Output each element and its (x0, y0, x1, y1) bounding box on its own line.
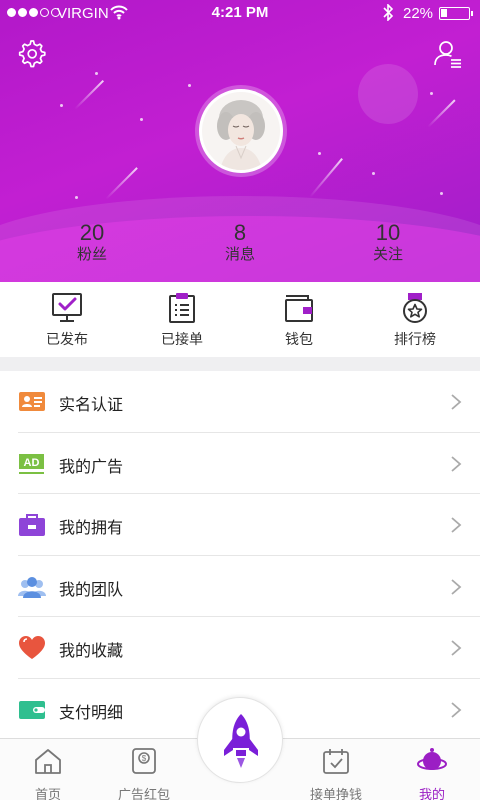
tab-ad-red-envelope[interactable]: $ 广告红包 (96, 747, 192, 800)
fans-count: 20 (79, 220, 105, 245)
moon-decoration (358, 64, 418, 124)
following-label: 关注 (372, 246, 403, 263)
quick-action-accepted[interactable]: 已接单 (122, 292, 242, 349)
quick-action-label: 已发布 (46, 331, 88, 347)
tab-label: 我的 (418, 787, 445, 800)
avatar[interactable] (199, 89, 283, 173)
avatar-image (202, 92, 280, 170)
stat-following[interactable]: 10 关注 (328, 221, 448, 265)
quick-action-published[interactable]: 已发布 (7, 292, 127, 349)
profile-list-icon[interactable] (432, 38, 464, 70)
following-count: 10 (375, 220, 401, 245)
messages-label: 消息 (224, 246, 255, 263)
tab-home[interactable]: 首页 (0, 747, 96, 800)
chevron-right-icon (451, 517, 462, 533)
rocket-button[interactable] (197, 697, 283, 783)
quick-actions: 已发布 已接单 钱包 排行榜 (0, 282, 480, 357)
monitor-check-icon (52, 293, 82, 322)
briefcase-icon (19, 514, 45, 536)
team-icon (18, 576, 46, 598)
chevron-right-icon (451, 394, 462, 410)
svg-text:$: $ (142, 754, 147, 763)
quick-action-label: 排行榜 (394, 331, 436, 347)
id-card-icon (19, 392, 45, 411)
menu-item-label: 支付明细 (59, 704, 124, 722)
calendar-check-icon (323, 749, 349, 774)
tab-label: 接单挣钱 (309, 787, 362, 800)
battery-icon (439, 7, 473, 20)
bluetooth-icon (383, 4, 394, 21)
menu-item-label: 我的拥有 (59, 520, 124, 537)
menu-list: 实名认证 AD 我的广告 我的拥有 我的团队 我的收藏 支付明细 (0, 371, 480, 740)
fans-label: 粉丝 (76, 246, 107, 263)
quick-action-ranking[interactable]: 排行榜 (355, 292, 475, 349)
home-icon (35, 749, 61, 774)
menu-item-my-ads[interactable]: AD 我的广告 (18, 433, 480, 494)
tab-label: 首页 (34, 787, 61, 800)
status-bar: VIRGIN 4:21 PM 22% (0, 0, 480, 26)
payment-card-icon (19, 700, 45, 719)
medal-icon (403, 293, 427, 323)
quick-action-label: 钱包 (285, 331, 313, 347)
menu-item-verification[interactable]: 实名认证 (18, 371, 480, 433)
menu-item-label: 我的收藏 (59, 643, 124, 660)
menu-item-label: 实名认证 (59, 397, 124, 414)
red-envelope-icon: $ (132, 748, 156, 774)
battery-percent: 22% (403, 5, 434, 22)
quick-action-wallet[interactable]: 钱包 (239, 292, 359, 349)
menu-item-label: 我的团队 (59, 581, 124, 599)
chevron-right-icon (451, 640, 462, 656)
svg-text:AD: AD (24, 457, 40, 469)
tab-label: 广告红包 (117, 787, 170, 800)
menu-item-label: 我的广告 (59, 458, 124, 476)
gear-icon[interactable] (16, 38, 48, 70)
tab-mine[interactable]: 我的 (384, 747, 480, 800)
clipboard-list-icon (169, 293, 195, 323)
tab-accept-orders[interactable]: 接单挣钱 (288, 747, 384, 800)
stat-messages[interactable]: 8 消息 (180, 221, 300, 265)
chevron-right-icon (451, 455, 462, 472)
rocket-icon (224, 714, 258, 768)
heart-icon (19, 636, 45, 659)
wallet-icon (285, 295, 313, 322)
stat-fans[interactable]: 20 粉丝 (32, 221, 152, 265)
menu-item-favorites[interactable]: 我的收藏 (18, 617, 480, 679)
chevron-right-icon (451, 578, 462, 595)
planet-icon (417, 748, 447, 770)
chevron-right-icon (451, 701, 462, 718)
menu-item-my-team[interactable]: 我的团队 (18, 556, 480, 617)
quick-action-label: 已接单 (161, 331, 203, 347)
ad-icon: AD (19, 453, 44, 474)
menu-item-my-assets[interactable]: 我的拥有 (18, 494, 480, 556)
messages-count: 8 (233, 220, 247, 245)
